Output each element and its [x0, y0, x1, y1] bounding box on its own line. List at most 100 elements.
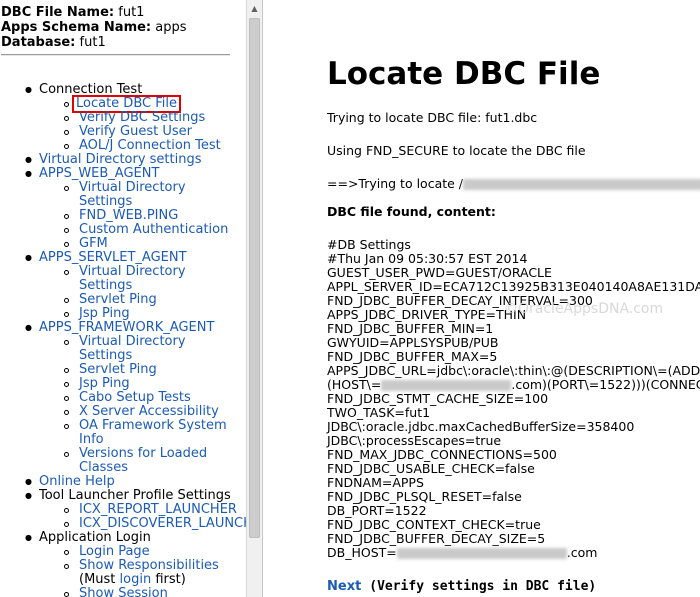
- link-framework-agent-virtual-directory-cont[interactable]: Settings: [79, 349, 132, 363]
- link-cabo-setup-tests[interactable]: Cabo Setup Tests: [79, 391, 191, 405]
- bullet: ●: [25, 85, 32, 94]
- dbc-line: FND_JDBC_USABLE_CHECK=false: [327, 461, 535, 476]
- link-show-session[interactable]: Show Session: [79, 587, 168, 597]
- circle-bullet: [64, 410, 69, 415]
- link-servlet-agent-virtual-directory[interactable]: Virtual Directory: [79, 265, 186, 279]
- link-fnd-web-ping[interactable]: FND_WEB.PING: [79, 209, 178, 223]
- circle-bullet: [64, 186, 69, 191]
- link-login-page[interactable]: Login Page: [79, 545, 150, 559]
- scrollbar-thumb[interactable]: [249, 18, 260, 538]
- dbc-line: #Thu Jan 09 05:30:57 EST 2014: [327, 251, 528, 266]
- circle-bullet: [64, 592, 69, 597]
- circle-bullet: [64, 144, 69, 149]
- link-web-agent-virtual-directory-cont[interactable]: Settings: [79, 195, 132, 209]
- circle-bullet: [64, 368, 69, 373]
- link-framework-agent-servlet-ping[interactable]: Servlet Ping: [79, 363, 157, 377]
- bullet: ●: [25, 323, 32, 332]
- link-icx-discoverer-launcher[interactable]: ICX_DISCOVERER_LAUNCH: [79, 517, 246, 531]
- circle-bullet: [64, 340, 69, 345]
- link-locate-dbc-file[interactable]: Locate DBC File: [72, 95, 181, 113]
- link-icx-report-launcher[interactable]: ICX_REPORT_LAUNCHER: [79, 503, 237, 517]
- circle-bullet: [64, 550, 69, 555]
- circle-bullet: [64, 564, 69, 569]
- bullet: ●: [25, 155, 32, 164]
- circle-bullet: [64, 116, 69, 121]
- next-note: (Verify settings in DBC file): [369, 579, 597, 594]
- link-show-responsibilities[interactable]: Show Responsibilities: [79, 559, 219, 573]
- link-login[interactable]: login: [120, 572, 152, 587]
- link-apps-web-agent[interactable]: APPS_WEB_AGENT: [39, 167, 159, 181]
- dbc-line: DB_PORT=1522: [327, 503, 427, 518]
- section-connection-test: Connection Test: [39, 82, 143, 97]
- circle-bullet: [64, 312, 69, 317]
- circle-bullet: [64, 214, 69, 219]
- dbc-line: GWYUID=APPLSYSPUB/PUB: [327, 335, 499, 350]
- dbc-line: APPS_JDBC_DRIVER_TYPE=THIN: [327, 307, 527, 322]
- sidebar-scrollbar[interactable]: ▲: [246, 0, 263, 597]
- circle-bullet: [64, 270, 69, 275]
- link-versions-for-loaded-classes[interactable]: Versions for Loaded: [79, 447, 207, 461]
- main-content: Locate DBC File Trying to locate DBC fil…: [264, 0, 700, 597]
- dbc-line: (HOST\= .com)(PORT\=1522)))(CONNECT: [327, 377, 700, 392]
- navigation-panel: DBC File Name: fut1 Apps Schema Name: ap…: [0, 0, 246, 597]
- bullet: ●: [25, 169, 32, 178]
- database-info: Database: fut1: [1, 35, 106, 50]
- link-servlet-agent-servlet-ping[interactable]: Servlet Ping: [79, 293, 157, 307]
- dbc-line: JDBC\:oracle.jdbc.maxCachedBufferSize=35…: [327, 419, 635, 434]
- link-web-agent-virtual-directory[interactable]: Virtual Directory: [79, 181, 186, 195]
- watermark: ©OracleAppsDNA.com: [504, 301, 664, 317]
- circle-bullet: [64, 228, 69, 233]
- dbc-line: GUEST_USER_PWD=GUEST/ORACLE: [327, 265, 552, 280]
- link-framework-agent-virtual-directory[interactable]: Virtual Directory: [79, 335, 186, 349]
- bullet: ●: [25, 477, 32, 486]
- link-online-help[interactable]: Online Help: [39, 475, 115, 489]
- dbc-line: APPS_JDBC_URL=jdbc\:oracle\:thin\:@(DESC…: [327, 363, 700, 378]
- circle-bullet: [64, 242, 69, 247]
- dbc-line: FND_JDBC_BUFFER_MIN=1: [327, 321, 494, 336]
- link-custom-authentication[interactable]: Custom Authentication: [79, 223, 228, 237]
- dbc-line: FND_JDBC_BUFFER_DECAY_SIZE=5: [327, 531, 546, 546]
- link-x-server-accessibility[interactable]: X Server Accessibility: [79, 405, 219, 419]
- page-title: Locate DBC File: [327, 56, 601, 92]
- dbc-line: FND_MAX_JDBC_CONNECTIONS=500: [327, 447, 557, 462]
- bullet: ●: [25, 491, 32, 500]
- trying-locate-path-text: ==>Trying to locate /: [327, 177, 700, 191]
- scroll-up-arrow-icon[interactable]: ▲: [247, 0, 262, 17]
- circle-bullet: [64, 102, 69, 107]
- circle-bullet: [64, 130, 69, 135]
- bullet: ●: [25, 253, 32, 262]
- section-application-login: Application Login: [39, 530, 151, 545]
- circle-bullet: [64, 298, 69, 303]
- bullet: ●: [25, 533, 32, 542]
- dbc-line: FND_JDBC_BUFFER_MAX=5: [327, 349, 498, 364]
- trying-locate-text: Trying to locate DBC file: fut1.dbc: [327, 110, 538, 125]
- dbc-file-name-info: DBC File Name: fut1: [1, 5, 145, 20]
- dbc-line: FND_JDBC_PLSQL_RESET=false: [327, 489, 522, 504]
- link-servlet-agent-jsp-ping[interactable]: Jsp Ping: [79, 307, 130, 321]
- link-framework-agent-jsp-ping[interactable]: Jsp Ping: [79, 377, 130, 391]
- link-oa-framework-system-info[interactable]: OA Framework System: [79, 419, 227, 433]
- redacted-path: [463, 179, 700, 190]
- link-virtual-directory-settings[interactable]: Virtual Directory settings: [39, 153, 202, 167]
- circle-bullet: [64, 522, 69, 527]
- circle-bullet: [64, 452, 69, 457]
- circle-bullet: [64, 424, 69, 429]
- link-aolj-connection-test[interactable]: AOL/J Connection Test: [79, 139, 221, 153]
- link-verify-dbc-settings[interactable]: Verify DBC Settings: [79, 111, 205, 125]
- dbc-found-heading: DBC file found, content:: [327, 204, 496, 219]
- dbc-line: FND_JDBC_CONTEXT_CHECK=true: [327, 517, 541, 532]
- apps-schema-info: Apps Schema Name: apps: [1, 20, 187, 35]
- next-link[interactable]: Next: [327, 579, 361, 594]
- link-verify-guest-user[interactable]: Verify Guest User: [79, 125, 192, 139]
- link-oa-framework-system-info-cont[interactable]: Info: [79, 433, 104, 447]
- dbc-line: DB_HOST= .com: [327, 545, 598, 560]
- dbc-line: FNDNAM=APPS: [327, 475, 424, 490]
- section-tool-launcher: Tool Launcher Profile Settings: [39, 488, 231, 503]
- link-servlet-agent-virtual-directory-cont[interactable]: Settings: [79, 279, 132, 293]
- link-apps-servlet-agent[interactable]: APPS_SERVLET_AGENT: [39, 251, 187, 265]
- dbc-line: TWO_TASK=fut1: [327, 405, 431, 420]
- dbc-line: APPL_SERVER_ID=ECA712C13925B313E040140A8…: [327, 279, 700, 294]
- link-apps-framework-agent[interactable]: APPS_FRAMEWORK_AGENT: [39, 321, 214, 335]
- link-gfm[interactable]: GFM: [79, 237, 108, 251]
- link-versions-for-loaded-classes-cont[interactable]: Classes: [79, 461, 128, 475]
